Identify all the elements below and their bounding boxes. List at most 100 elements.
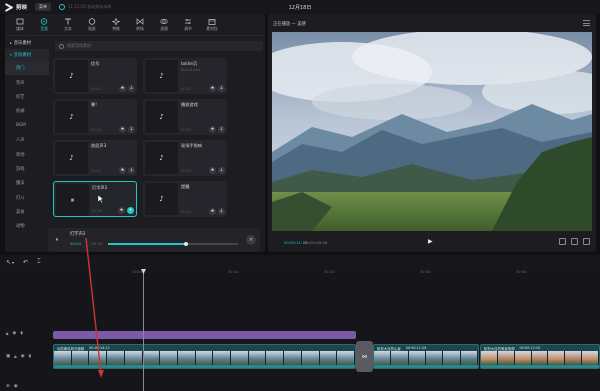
favorite-icon[interactable]: ★ [209, 208, 216, 215]
download-icon[interactable]: ↓ [218, 126, 225, 133]
preview-controls [559, 238, 590, 245]
music-note-icon[interactable]: ♪ [145, 183, 178, 215]
favorite-icon[interactable]: ★ [119, 85, 126, 92]
fullscreen-icon[interactable] [583, 238, 590, 245]
lock-icon[interactable]: 🔒︎ [14, 354, 16, 360]
download-icon[interactable]: ↓ [218, 208, 225, 215]
sound-card[interactable]: ♪ 播放游戏 00:01 ★ ↓ [143, 99, 227, 135]
category-item[interactable]: 笑声 [5, 75, 49, 89]
sound-card[interactable]: ♪ 现场手指响 00:01 ★ ↓ [143, 140, 227, 176]
category-item[interactable]: 人声 [5, 133, 49, 147]
tab-filter[interactable]: 滤镜 [152, 15, 176, 35]
text-icon [64, 18, 72, 25]
volume-icon[interactable]: ◖ [29, 354, 31, 360]
music-note-icon[interactable]: ♪ [145, 101, 178, 133]
download-icon[interactable]: ↓ [128, 167, 135, 174]
sound-card[interactable]: ♪ 暴! 00:01 ★ ↓ [53, 99, 137, 135]
tab-text[interactable]: 文本 [56, 15, 80, 35]
tab-media[interactable]: 媒体 [8, 15, 32, 35]
sound-card[interactable]: ♪ tokhe沉 RLD Studio 00:01 ★ ↓ [143, 58, 227, 94]
split-icon[interactable]: ⌶ [37, 258, 41, 266]
tab-label: 文本 [64, 25, 72, 31]
cover-icon[interactable]: ▣ [6, 354, 10, 360]
mini-player-progress[interactable] [108, 241, 238, 246]
favorite-icon[interactable]: ★ [209, 167, 216, 174]
tab-sticker[interactable]: 贴纸 [80, 15, 104, 35]
visibility-icon[interactable]: ◉ [12, 331, 16, 337]
progress-knob[interactable] [184, 241, 188, 246]
autosave-status: 11:15:45 自动保存本地 [68, 4, 112, 9]
visibility-icon[interactable]: ◉ [14, 384, 18, 389]
search-input[interactable]: 搜索音效素材 [55, 41, 263, 51]
add-track-icon[interactable]: ⊕ [6, 384, 10, 389]
crop-icon[interactable] [559, 238, 566, 245]
sound-card[interactable]: ♪ 放屁声3 00:01 ★ ↓ [53, 140, 137, 176]
music-note-icon[interactable]: ♪ [145, 60, 178, 92]
download-icon[interactable]: ↓ [128, 85, 135, 92]
category-item[interactable]: 美食 [5, 205, 49, 219]
audio-clip[interactable] [53, 331, 356, 339]
sound-card[interactable]: ⏸ 打字声2 00:04 ★ + [53, 181, 137, 217]
playhead[interactable] [143, 269, 144, 391]
video-clip[interactable]: 航拍大自然美景视频 00:00:12:10 [480, 344, 600, 369]
timeline[interactable]: 100:0000:1000:2000:3000:4000:50 🔒︎ ◉ ◖ ▣… [0, 269, 600, 391]
tab-audio[interactable]: 音频 [32, 15, 56, 35]
ruler-tick-label: 00:40 [516, 270, 527, 274]
favorite-icon[interactable]: ★ [118, 207, 125, 214]
ratio-icon[interactable] [571, 238, 578, 245]
category-item[interactable]: 游戏 [5, 162, 49, 176]
category-group-music[interactable]: ▸ 音乐素材 [5, 37, 49, 49]
play-icon[interactable]: ▶ [428, 238, 435, 245]
undo-icon[interactable]: ↶ [23, 259, 28, 266]
download-icon[interactable]: ↓ [128, 126, 135, 133]
clip-thumbnails [481, 351, 599, 365]
music-note-icon[interactable]: ♪ [55, 60, 88, 92]
category-item[interactable]: 魔法 [5, 176, 49, 190]
lock-icon[interactable]: 🔒︎ [6, 331, 8, 337]
tab-adjust[interactable]: 调节 [176, 15, 200, 35]
tab-effects[interactable]: 特效 [104, 15, 128, 35]
category-item[interactable]: 机械 [5, 104, 49, 118]
sound-card[interactable]: ♪ 提醒 00:01 ★ ↓ [143, 181, 227, 217]
tab-transition[interactable]: 转场 [128, 15, 152, 35]
music-note-icon[interactable]: ♪ [55, 142, 88, 174]
favorite-icon[interactable]: ★ [209, 126, 216, 133]
download-icon[interactable]: ↓ [218, 85, 225, 92]
menu-icon[interactable] [583, 20, 590, 26]
category-group-sfx[interactable]: ▾ 音效素材 [5, 49, 49, 61]
category-item[interactable]: 转场 [5, 147, 49, 161]
app-name: 剪映 [16, 5, 28, 11]
video-clip[interactable]: 航拍大自然山景 00:00:11:26 [373, 344, 479, 369]
sound-duration: 00:04 [92, 209, 103, 213]
visibility-icon[interactable]: ◉ [21, 354, 25, 360]
category-item[interactable]: 动物 [5, 219, 49, 233]
favorite-icon[interactable]: ★ [119, 126, 126, 133]
sound-card[interactable]: ♪ 信号 00:01 ★ ↓ [53, 58, 137, 94]
category-item[interactable]: 打斗 [5, 191, 49, 205]
sound-name: 提醒 [181, 184, 190, 189]
close-icon[interactable]: × [246, 235, 256, 245]
effects-icon [112, 17, 120, 25]
music-note-icon[interactable]: ♪ [145, 142, 178, 174]
video-clip[interactable]: 动态素材风光视频 00:00:14:12 [53, 344, 356, 369]
category-item[interactable]: 热门 [5, 61, 49, 76]
favorite-icon[interactable]: ★ [119, 167, 126, 174]
autosave-icon [59, 4, 66, 10]
pause-icon[interactable]: ⏸ [56, 184, 89, 216]
menu-button[interactable]: 菜单 [35, 3, 52, 11]
category-item[interactable]: BGM [5, 119, 49, 133]
transition-marker[interactable]: ⋈ [356, 341, 373, 372]
download-icon[interactable]: ↓ [218, 167, 225, 174]
category-item[interactable]: 综艺 [5, 90, 49, 104]
sound-author: RLD Studio [181, 68, 201, 72]
tab-package[interactable]: 素材包 [200, 15, 224, 35]
favorite-icon[interactable]: ★ [209, 85, 216, 92]
music-note-icon[interactable]: ♪ [55, 101, 88, 133]
pause-icon[interactable]: ⏸ [52, 235, 62, 245]
select-tool[interactable]: ↖ ▾ [6, 259, 14, 266]
sound-duration: 00:01 [91, 87, 102, 91]
volume-icon[interactable]: ◖ [20, 331, 22, 337]
package-icon [208, 18, 216, 25]
video-preview[interactable] [272, 32, 592, 231]
add-icon[interactable]: + [127, 207, 134, 214]
